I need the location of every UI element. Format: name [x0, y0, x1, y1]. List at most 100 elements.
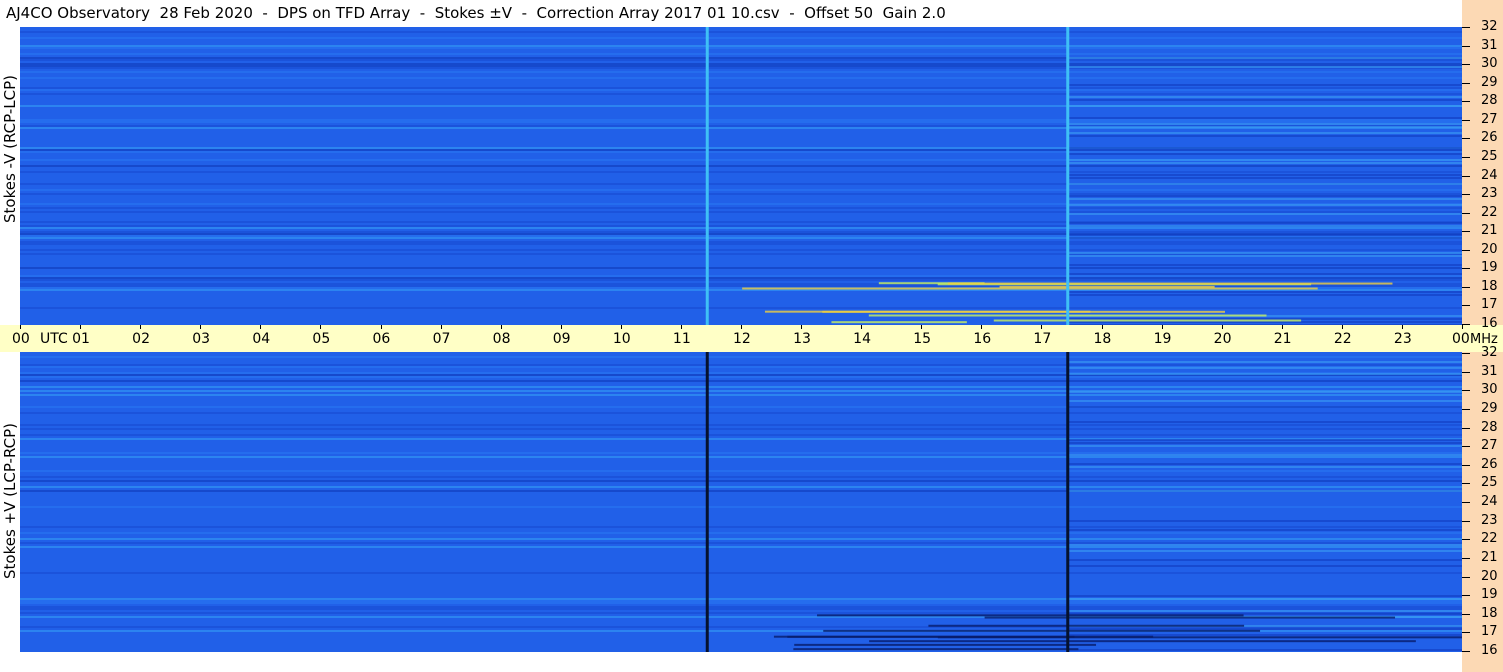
frequency-band — [1067, 610, 1462, 612]
y-axis-label-top: Stokes -V (RCP-LCP) — [1, 75, 19, 223]
frequency-tick-label: 16 — [1481, 643, 1498, 658]
frequency-band — [1067, 57, 1462, 59]
bottom-margin — [0, 652, 1462, 672]
frequency-tick — [1462, 249, 1470, 251]
time-tick-label: 15 — [913, 331, 932, 347]
frequency-tick-label: 24 — [1481, 494, 1498, 509]
frequency-band — [20, 386, 1462, 388]
time-tick-label: 18 — [1093, 331, 1112, 347]
frequency-tick — [1462, 324, 1470, 325]
frequency-band — [20, 600, 1462, 602]
time-tick-label: 19 — [1153, 331, 1172, 347]
frequency-band — [20, 37, 1462, 39]
frequency-band — [20, 412, 1462, 414]
time-tick-label: 14 — [853, 331, 871, 347]
frequency-band — [20, 59, 1462, 61]
frequency-tick-label: 16 — [1481, 316, 1498, 331]
frequency-tick — [1462, 119, 1470, 121]
frequency-band — [20, 376, 1462, 378]
frequency-tick-label: 20 — [1481, 568, 1498, 584]
frequency-band — [20, 538, 1462, 540]
frequency-tick-label: 31 — [1481, 37, 1498, 53]
time-tick-label: 01 — [72, 331, 90, 347]
frequency-tick-label: 28 — [1481, 93, 1498, 109]
time-tick — [140, 325, 142, 329]
time-tick — [921, 325, 923, 329]
frequency-tick-label: 32 — [1481, 19, 1498, 34]
frequency-band — [20, 231, 1462, 233]
frequency-tick — [1462, 520, 1470, 522]
burst-trace — [947, 282, 1393, 285]
frequency-band — [20, 267, 1462, 269]
frequency-band — [20, 380, 1462, 382]
frequency-band — [1067, 174, 1462, 176]
frequency-band — [20, 87, 1462, 89]
frequency-band — [1067, 520, 1462, 522]
frequency-tick-label: 29 — [1481, 400, 1498, 416]
time-tick-label: 10 — [612, 331, 631, 347]
frequency-band — [20, 121, 1462, 123]
frequency-tick-label: 30 — [1481, 382, 1498, 398]
frequency-band — [20, 356, 1462, 358]
time-marker-line — [1066, 27, 1070, 325]
time-tick — [320, 325, 322, 329]
frequency-band — [1067, 177, 1462, 179]
frequency-band — [20, 93, 1462, 95]
frequency-band — [20, 277, 1462, 279]
frequency-band — [20, 249, 1462, 251]
frequency-band — [1067, 445, 1462, 447]
frequency-band — [1067, 361, 1462, 363]
frequency-band — [20, 31, 1462, 33]
frequency-band — [1067, 490, 1462, 492]
frequency-tick-label: 27 — [1481, 111, 1498, 127]
frequency-band — [1067, 273, 1462, 275]
frequency-tick-label: 26 — [1481, 456, 1498, 472]
time-tick-label: 08 — [492, 331, 511, 347]
time-tick — [1101, 325, 1103, 329]
time-tick — [1401, 325, 1403, 329]
frequency-band — [20, 243, 1462, 245]
frequency-band — [1067, 84, 1462, 86]
y-axis-label-bottom: Stokes +V (LCP-RCP) — [1, 423, 19, 579]
time-tick-label: 16 — [973, 331, 992, 347]
frequency-tick-label: 22 — [1481, 531, 1498, 547]
frequency-tick — [1462, 613, 1470, 615]
frequency-tick — [1462, 101, 1470, 103]
frequency-band — [1067, 66, 1462, 68]
page-title: AJ4CO Observatory 28 Feb 2020 - DPS on T… — [6, 4, 946, 22]
frequency-band — [1067, 147, 1462, 149]
frequency-band — [1067, 595, 1462, 597]
frequency-band — [20, 285, 1462, 287]
frequency-tick — [1462, 286, 1470, 288]
frequency-band — [1067, 367, 1462, 369]
frequency-band — [1067, 96, 1462, 98]
frequency-band — [20, 227, 1462, 229]
time-tick — [1221, 325, 1223, 329]
burst-trace — [794, 643, 1097, 646]
time-tick-label: 05 — [312, 331, 331, 347]
frequency-band — [1067, 222, 1462, 224]
frequency-band — [1067, 649, 1462, 651]
frequency-tick — [1462, 268, 1470, 270]
frequency-tick — [1462, 632, 1470, 634]
time-tick-label: 07 — [432, 331, 451, 347]
frequency-band — [20, 207, 1462, 209]
frequency-band — [20, 53, 1462, 55]
frequency-tick — [1462, 27, 1470, 28]
frequency-tick-label: 25 — [1481, 148, 1498, 164]
frequency-band — [1067, 153, 1462, 155]
frequency-band — [20, 47, 1462, 49]
frequency-band — [20, 364, 1462, 366]
frequency-tick — [1462, 539, 1470, 541]
time-tick-label: 00 — [12, 331, 30, 347]
frequency-tick-label: 32 — [1481, 345, 1498, 360]
time-tick — [20, 325, 21, 329]
frequency-band — [20, 275, 1462, 277]
frequency-band — [1067, 126, 1462, 128]
frequency-tick-label: 24 — [1481, 167, 1498, 183]
frequency-tick — [1462, 194, 1470, 196]
frequency-band — [20, 241, 1462, 243]
frequency-band — [20, 470, 1462, 472]
frequency-band — [20, 424, 1462, 426]
frequency-tick-label: 31 — [1481, 363, 1498, 379]
